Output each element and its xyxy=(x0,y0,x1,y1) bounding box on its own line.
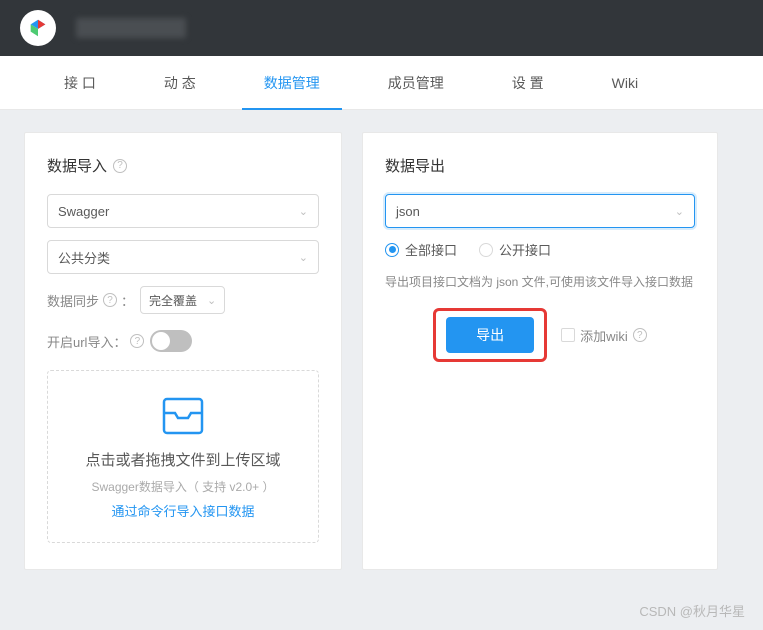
tab-activity[interactable]: 动 态 xyxy=(142,56,218,110)
upload-title: 点击或者拖拽文件到上传区域 xyxy=(64,449,302,470)
help-icon[interactable]: ? xyxy=(633,328,647,342)
chevron-down-icon: ⌄ xyxy=(675,205,684,218)
url-import-row: 开启url导入： ? xyxy=(47,330,319,352)
radio-checked-icon xyxy=(385,243,399,257)
radio-public-label: 公开接口 xyxy=(499,240,551,259)
sync-mode-select[interactable]: 完全覆盖 ⌄ xyxy=(140,286,225,314)
top-bar xyxy=(0,0,763,56)
url-import-switch[interactable] xyxy=(150,330,192,352)
inbox-icon xyxy=(161,397,205,435)
tab-wiki[interactable]: Wiki xyxy=(590,56,660,110)
add-wiki-label: 添加wiki xyxy=(580,326,628,345)
sync-label-wrap: 数据同步 ? ： xyxy=(47,291,134,310)
help-icon[interactable]: ? xyxy=(130,334,144,348)
radio-public-interfaces[interactable]: 公开接口 xyxy=(479,240,551,259)
tabs-bar: 接 口 动 态 数据管理 成员管理 设 置 Wiki xyxy=(0,56,763,110)
export-highlight-box: 导出 xyxy=(433,308,547,362)
import-card: 数据导入 ? Swagger ⌄ 公共分类 ⌄ 数据同步 ? ： 完全覆盖 ⌄ … xyxy=(24,132,342,570)
import-category-select[interactable]: 公共分类 ⌄ xyxy=(47,240,319,274)
app-logo[interactable] xyxy=(20,10,56,46)
import-title: 数据导入 xyxy=(47,155,107,176)
import-format-select[interactable]: Swagger ⌄ xyxy=(47,194,319,228)
tab-members[interactable]: 成员管理 xyxy=(366,56,466,110)
watermark: CSDN @秋月华星 xyxy=(639,601,745,620)
help-icon[interactable]: ? xyxy=(103,293,117,307)
project-name-redacted xyxy=(76,18,186,38)
export-button[interactable]: 导出 xyxy=(446,317,534,353)
export-card: 数据导出 json ⌄ 全部接口 公开接口 导出项目接口文档为 json 文件,… xyxy=(362,132,718,570)
chevron-down-icon: ⌄ xyxy=(207,294,216,307)
export-scope-row: 全部接口 公开接口 xyxy=(385,240,695,259)
url-import-label: 开启url导入： xyxy=(47,332,126,351)
sync-mode-value: 完全覆盖 xyxy=(149,292,197,309)
help-icon[interactable]: ? xyxy=(113,159,127,173)
tab-interface[interactable]: 接 口 xyxy=(42,56,118,110)
radio-all-interfaces[interactable]: 全部接口 xyxy=(385,240,457,259)
checkbox-unchecked-icon xyxy=(561,328,575,342)
export-title: 数据导出 xyxy=(385,155,695,176)
radio-unchecked-icon xyxy=(479,243,493,257)
radio-all-label: 全部接口 xyxy=(405,240,457,259)
upload-cli-link[interactable]: 通过命令行导入接口数据 xyxy=(64,501,302,520)
tab-settings[interactable]: 设 置 xyxy=(490,56,566,110)
upload-subtitle: Swagger数据导入（ 支持 v2.0+ ） xyxy=(64,478,302,495)
import-title-row: 数据导入 ? xyxy=(47,155,319,176)
content-area: 数据导入 ? Swagger ⌄ 公共分类 ⌄ 数据同步 ? ： 完全覆盖 ⌄ … xyxy=(0,110,763,592)
export-format-value: json xyxy=(396,204,420,219)
import-format-value: Swagger xyxy=(58,204,109,219)
chevron-down-icon: ⌄ xyxy=(299,251,308,264)
export-action-row: 导出 添加wiki ? xyxy=(385,308,695,362)
export-hint: 导出项目接口文档为 json 文件,可使用该文件导入接口数据 xyxy=(385,273,695,290)
upload-dropzone[interactable]: 点击或者拖拽文件到上传区域 Swagger数据导入（ 支持 v2.0+ ） 通过… xyxy=(47,370,319,543)
chevron-down-icon: ⌄ xyxy=(299,205,308,218)
export-format-select[interactable]: json ⌄ xyxy=(385,194,695,228)
sync-label: 数据同步 xyxy=(47,291,99,310)
sync-row: 数据同步 ? ： 完全覆盖 ⌄ xyxy=(47,286,319,314)
add-wiki-checkbox[interactable]: 添加wiki ? xyxy=(561,326,647,345)
tab-data-management[interactable]: 数据管理 xyxy=(242,56,342,110)
import-category-value: 公共分类 xyxy=(58,248,110,267)
url-import-label-wrap: 开启url导入： ? xyxy=(47,332,144,351)
